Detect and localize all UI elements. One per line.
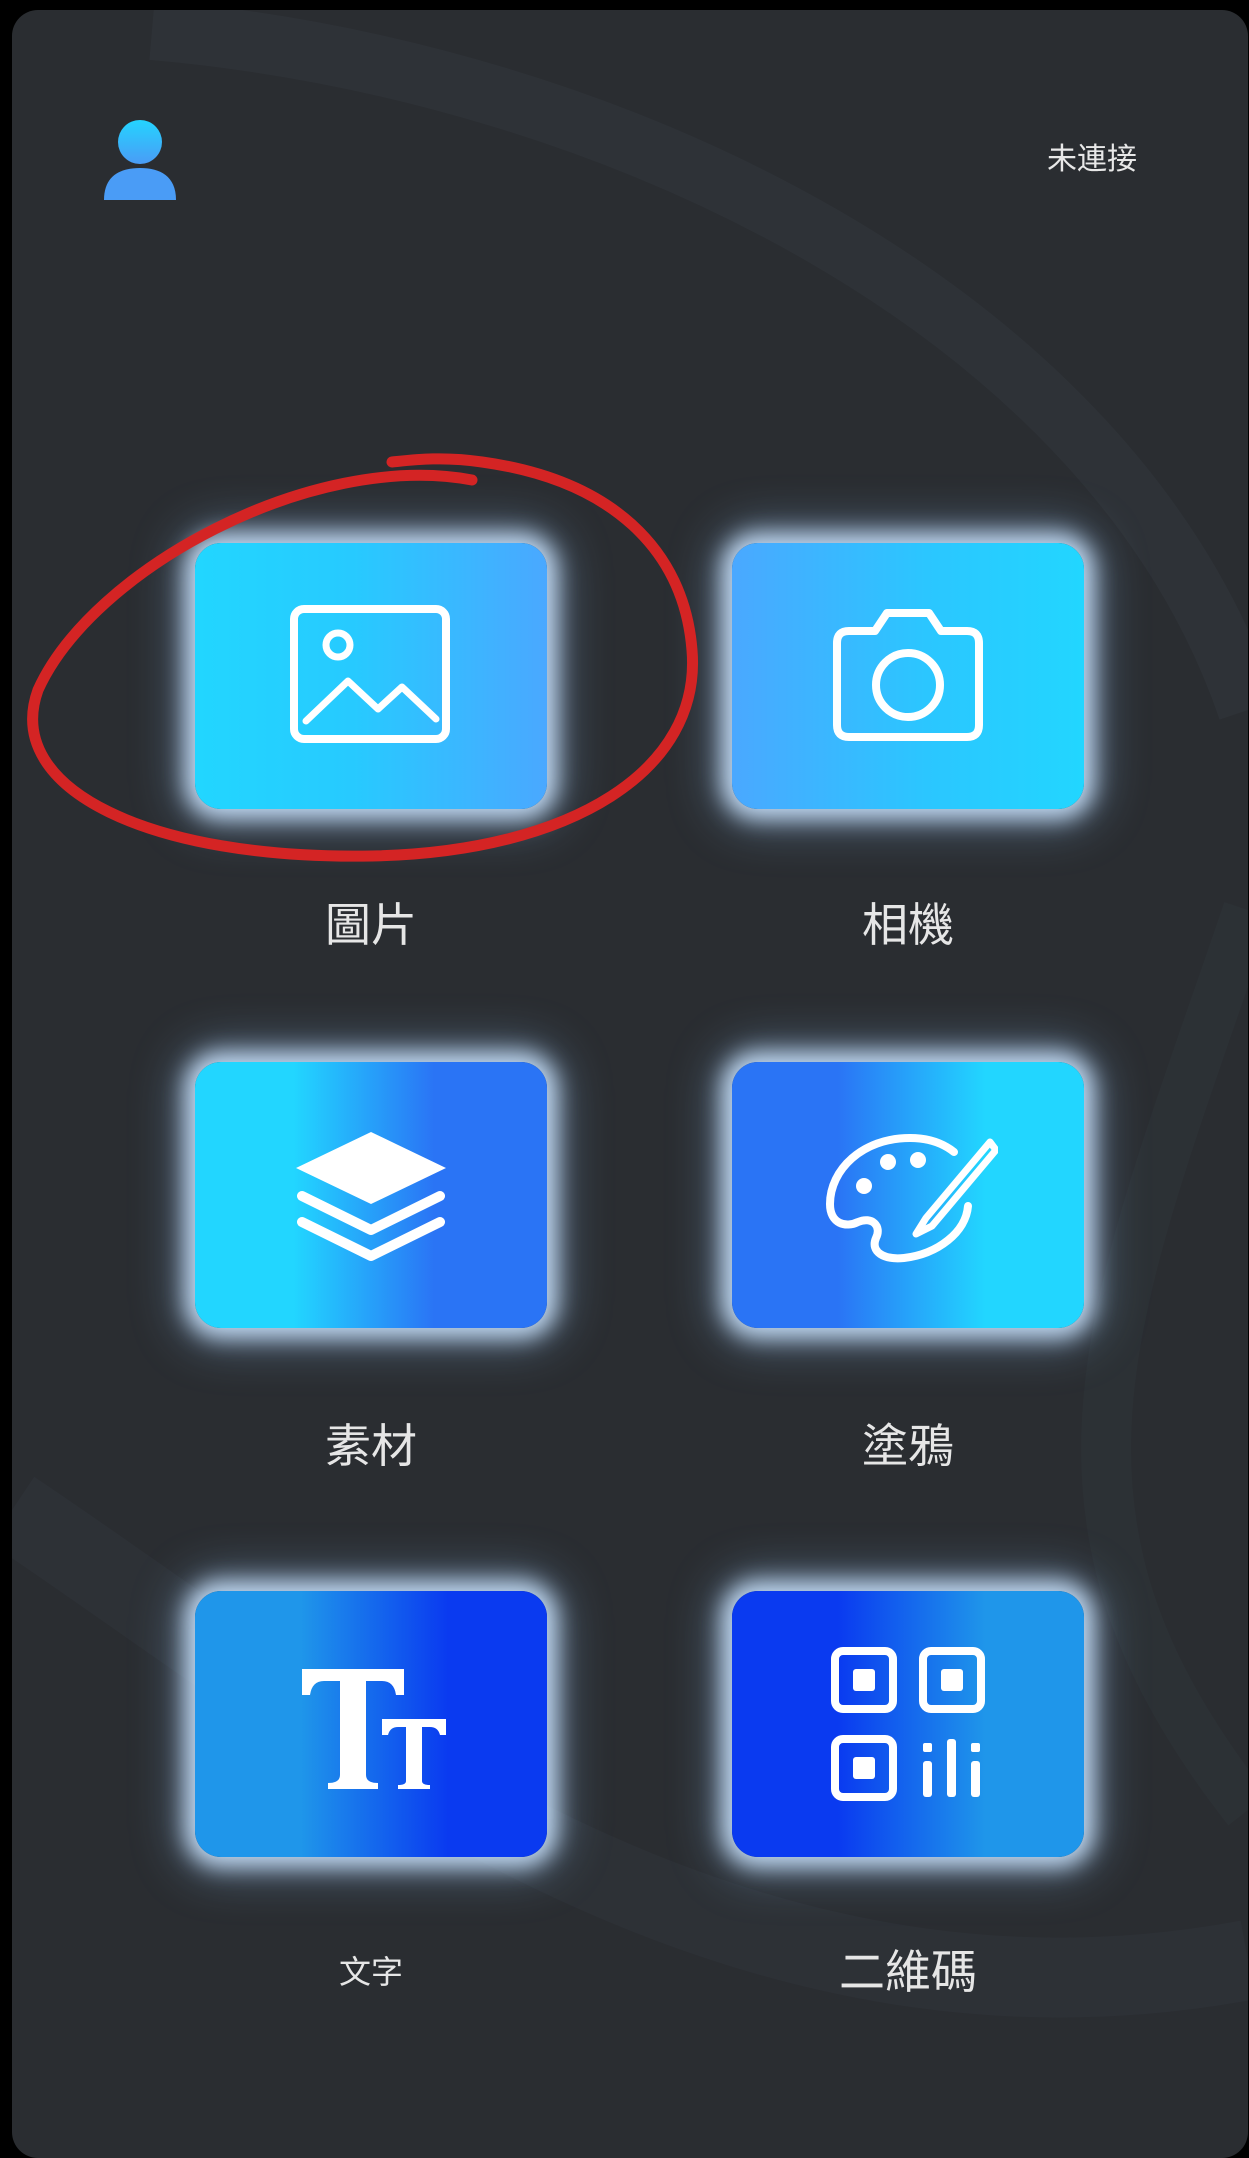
- camera-button[interactable]: [732, 543, 1084, 809]
- palette-icon: [825, 1134, 998, 1263]
- layers-icon: [296, 1132, 446, 1261]
- user-avatar-button[interactable]: [90, 110, 190, 210]
- image-icon: [290, 605, 450, 743]
- image-label: 圖片: [325, 898, 417, 952]
- doodle-label: 塗鴉: [862, 1419, 954, 1473]
- qr-code-icon: [831, 1647, 985, 1801]
- doodle-button[interactable]: [732, 1062, 1084, 1328]
- qr-code-button[interactable]: [732, 1591, 1084, 1857]
- camera-label: 相機: [862, 898, 954, 952]
- camera-icon: [833, 609, 983, 741]
- text-size-icon: [302, 1669, 446, 1789]
- app-screen: 未連接 圖片 相機 素材 塗鴉 文字 二維碼: [12, 10, 1248, 2158]
- text-label: 文字: [338, 1953, 403, 1991]
- materials-button[interactable]: [195, 1062, 547, 1328]
- connection-status: 未連接: [1047, 142, 1137, 177]
- user-icon: [104, 120, 176, 200]
- image-button[interactable]: [195, 543, 547, 809]
- qr-code-label: 二維碼: [839, 1945, 977, 1999]
- text-button[interactable]: [195, 1591, 547, 1857]
- materials-label: 素材: [325, 1419, 417, 1473]
